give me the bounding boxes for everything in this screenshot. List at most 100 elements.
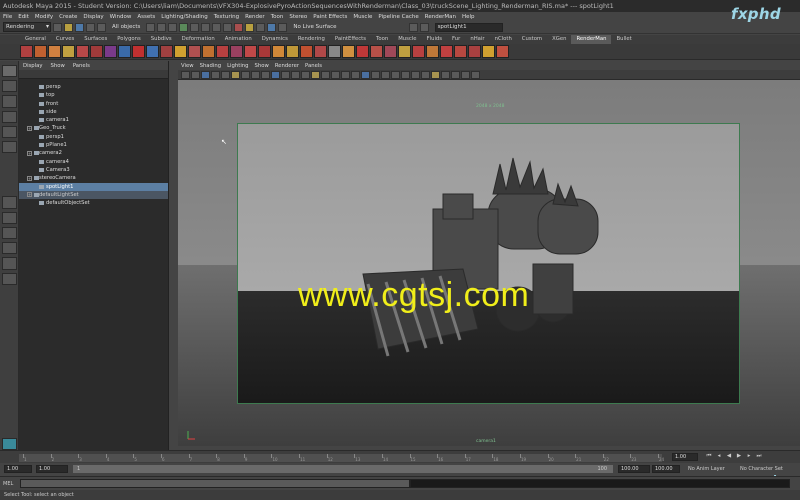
menu-paint-effects[interactable]: Paint Effects — [313, 14, 347, 20]
shelf-tool-icon[interactable] — [132, 45, 145, 58]
shelf-tool-icon[interactable] — [104, 45, 117, 58]
select-tool-icon[interactable] — [1, 65, 17, 78]
select-hierarchy-icon[interactable] — [146, 22, 156, 32]
menu-stereo[interactable]: Stereo — [289, 14, 307, 20]
outliner-item[interactable]: side — [19, 108, 168, 116]
shelf-tab-polygons[interactable]: Polygons — [112, 35, 146, 44]
play-back-icon[interactable]: ◀ — [725, 453, 733, 460]
current-frame-field[interactable]: 1.00 — [672, 453, 698, 461]
viewport-toolbar-icon[interactable] — [251, 70, 260, 79]
outliner-layout-icon[interactable] — [1, 242, 17, 255]
expand-icon[interactable]: + — [27, 125, 32, 131]
snap-point-icon[interactable] — [201, 22, 211, 32]
shelf-tab-rendering[interactable]: Rendering — [293, 35, 330, 44]
start-time-field[interactable]: 1.00 — [4, 465, 32, 473]
anim-layer-selector[interactable]: No Anim Layer — [688, 466, 725, 472]
shelf-tool-icon[interactable] — [174, 45, 187, 58]
viewport-toolbar-icon[interactable] — [341, 70, 350, 79]
viewport-toolbar-icon[interactable] — [331, 70, 340, 79]
expand-icon[interactable]: + — [27, 192, 32, 198]
menu-muscle[interactable]: Muscle — [353, 14, 372, 20]
outliner-item[interactable]: persp1 — [19, 133, 168, 141]
single-pane-layout-icon[interactable] — [1, 196, 17, 209]
shelf-tool-icon[interactable] — [272, 45, 285, 58]
menu-renderman[interactable]: RenderMan — [425, 14, 456, 20]
snap-grid-icon[interactable] — [179, 22, 189, 32]
viewport-toolbar-icon[interactable] — [361, 70, 370, 79]
viewport-toolbar-icon[interactable] — [351, 70, 360, 79]
redo-icon[interactable] — [97, 22, 106, 32]
viewport-toolbar-icon[interactable] — [291, 70, 300, 79]
hypershade-icon[interactable] — [267, 22, 277, 32]
menu-help[interactable]: Help — [462, 14, 475, 20]
viewport-toolbar-icon[interactable] — [441, 70, 450, 79]
shelf-tool-icon[interactable] — [496, 45, 509, 58]
shelf-tool-icon[interactable] — [146, 45, 159, 58]
viewport-menu-lighting[interactable]: Lighting — [227, 63, 248, 69]
move-tool-icon[interactable] — [1, 110, 17, 123]
outliner-item[interactable]: + defaultLightSet — [19, 190, 168, 200]
viewport-toolbar-icon[interactable] — [381, 70, 390, 79]
shelf-tool-icon[interactable] — [244, 45, 257, 58]
menu-window[interactable]: Window — [110, 14, 132, 20]
outliner-menu-display[interactable]: Display — [23, 63, 43, 69]
render-settings-icon[interactable] — [256, 22, 266, 32]
viewport-toolbar-icon[interactable] — [231, 70, 240, 79]
two-pane-layout-icon[interactable] — [1, 226, 17, 240]
shelf-tool-icon[interactable] — [286, 45, 299, 58]
viewport-menu-show[interactable]: Show — [255, 63, 269, 69]
command-input[interactable] — [20, 479, 410, 488]
shelf-tool-icon[interactable] — [216, 45, 229, 58]
expand-icon[interactable]: + — [27, 150, 32, 156]
shelf-tool-icon[interactable] — [482, 45, 495, 58]
viewport-toolbar-icon[interactable] — [281, 70, 290, 79]
step-forward-icon[interactable]: ▸ — [745, 453, 753, 460]
shelf-tab-surfaces[interactable]: Surfaces — [79, 35, 112, 44]
menu-display[interactable]: Display — [83, 14, 103, 20]
outliner-item[interactable]: camera4 — [19, 158, 168, 166]
go-to-start-icon[interactable]: ⏮ — [705, 453, 713, 460]
menu-create[interactable]: Create — [59, 14, 77, 20]
playback-end-field[interactable]: 100.00 — [618, 465, 650, 473]
viewport-toolbar-icon[interactable] — [261, 70, 270, 79]
shelf-tab-animation[interactable]: Animation — [220, 35, 257, 44]
outliner-item[interactable]: defaultObjectSet — [19, 199, 168, 207]
menu-set-selector[interactable]: Rendering — [3, 22, 51, 32]
viewport-toolbar-icon[interactable] — [301, 70, 310, 79]
save-scene-icon[interactable] — [75, 22, 84, 32]
shelf-tool-icon[interactable] — [20, 45, 33, 58]
ipr-render-icon[interactable] — [245, 22, 255, 32]
selection-mode-field[interactable]: All objects — [112, 24, 140, 30]
viewport-menu-view[interactable]: View — [181, 63, 194, 69]
shelf-tool-icon[interactable] — [202, 45, 215, 58]
viewport-toolbar-icon[interactable] — [271, 70, 280, 79]
shelf-tab-fluids[interactable]: Fluids — [422, 35, 447, 44]
viewport-menu-renderer[interactable]: Renderer — [275, 63, 299, 69]
outliner-item[interactable]: spotLight1 — [19, 182, 168, 191]
graph-layout-icon[interactable] — [1, 257, 17, 270]
outliner-item[interactable]: camera1 — [19, 116, 168, 124]
expand-icon[interactable]: + — [27, 175, 32, 181]
viewport-toolbar-icon[interactable] — [221, 70, 230, 79]
outliner-item[interactable]: top — [19, 91, 168, 99]
viewport-canvas[interactable]: 2048 x 2048 www.cgtsj.com ↖ camera1 — [178, 80, 800, 446]
viewport-menu-panels[interactable]: Panels — [305, 63, 322, 69]
history-icon[interactable] — [223, 22, 233, 32]
shelf-tool-icon[interactable] — [454, 45, 467, 58]
outliner-item[interactable]: + Geo_Truck — [19, 124, 168, 132]
menu-pipeline-cache[interactable]: Pipeline Cache — [378, 14, 418, 20]
shelf-tab-toon[interactable]: Toon — [371, 35, 393, 44]
shelf-tool-icon[interactable] — [314, 45, 327, 58]
symmetry-icon[interactable] — [408, 22, 418, 32]
outliner-item[interactable]: + camera2 — [19, 149, 168, 157]
select-component-icon[interactable] — [168, 22, 178, 32]
viewport-toolbar-icon[interactable] — [191, 70, 200, 79]
shelf-tool-icon[interactable] — [370, 45, 383, 58]
object-name-field[interactable]: spotLight1 — [434, 22, 503, 32]
shelf-tool-icon[interactable] — [90, 45, 103, 58]
viewport-toolbar-icon[interactable] — [461, 70, 470, 79]
shelf-tool-icon[interactable] — [426, 45, 439, 58]
shelf-tab-bullet[interactable]: Bullet — [611, 35, 636, 44]
shelf-tool-icon[interactable] — [440, 45, 453, 58]
paint-select-tool-icon[interactable] — [1, 95, 17, 108]
